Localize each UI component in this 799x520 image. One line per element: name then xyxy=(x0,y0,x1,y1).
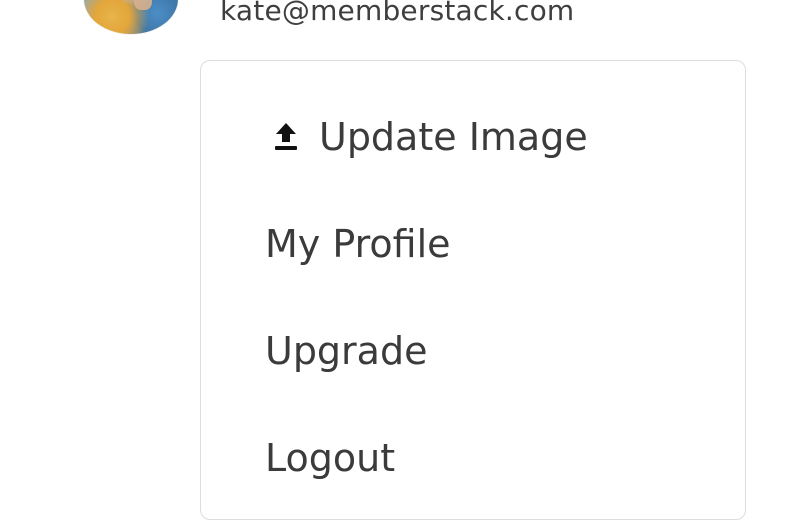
profile-menu: Update Image My Profile Upgrade Logout xyxy=(200,60,746,520)
menu-item-label: Upgrade xyxy=(265,329,428,373)
user-email: kate@memberstack.com xyxy=(220,0,575,27)
menu-item-update-image[interactable]: Update Image xyxy=(271,115,588,159)
menu-item-upgrade[interactable]: Upgrade xyxy=(265,329,427,373)
menu-item-logout[interactable]: Logout xyxy=(265,436,395,480)
menu-item-label: Logout xyxy=(265,436,396,480)
menu-item-label: Update Image xyxy=(319,115,588,159)
avatar-photo-detail xyxy=(134,0,152,10)
menu-item-my-profile[interactable]: My Profile xyxy=(265,222,451,266)
menu-item-label: My Profile xyxy=(265,222,451,266)
user-avatar[interactable] xyxy=(84,0,178,34)
upload-icon xyxy=(271,120,301,154)
